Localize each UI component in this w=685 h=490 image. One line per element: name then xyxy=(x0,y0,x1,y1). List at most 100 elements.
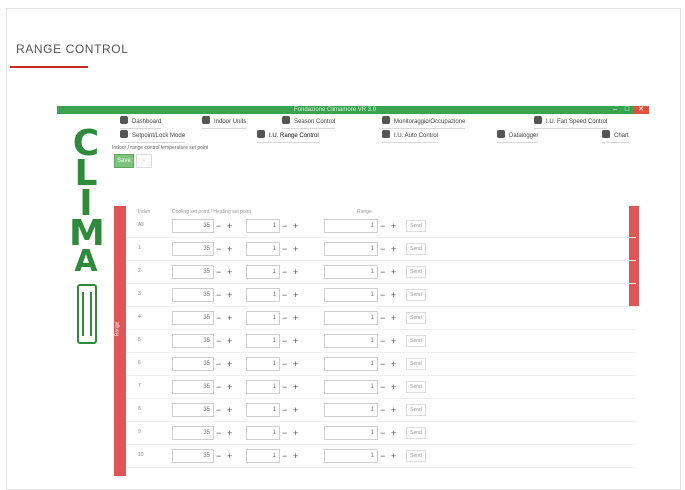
range-field[interactable]: 1 xyxy=(324,380,378,394)
increment-button[interactable]: + xyxy=(227,449,232,463)
increment-button[interactable]: + xyxy=(293,265,298,279)
increment-button[interactable]: + xyxy=(391,426,396,440)
close-button[interactable]: ✕ xyxy=(633,106,649,114)
save-button[interactable]: Save xyxy=(114,154,134,168)
increment-button[interactable]: + xyxy=(391,288,396,302)
tab-fan-speed[interactable]: I.U. Fan Speed Control xyxy=(534,116,608,129)
decrement-button[interactable]: − xyxy=(380,311,385,325)
decrement-button[interactable]: − xyxy=(380,426,385,440)
decrement-button[interactable]: − xyxy=(282,219,287,233)
increment-button[interactable]: + xyxy=(293,334,298,348)
range-field[interactable]: 1 xyxy=(324,242,378,256)
secondary-button[interactable]: · xyxy=(136,154,152,168)
decrement-button[interactable]: − xyxy=(380,219,385,233)
decrement-button[interactable]: − xyxy=(216,380,221,394)
increment-button[interactable]: + xyxy=(391,242,396,256)
heating-field[interactable]: 1 xyxy=(246,403,280,417)
tab-monitoraggio[interactable]: Monitoraggio/Occupazione xyxy=(382,116,466,129)
decrement-button[interactable]: − xyxy=(380,265,385,279)
increment-button[interactable]: + xyxy=(227,219,232,233)
send-button[interactable]: Send xyxy=(406,358,426,370)
send-button[interactable]: Send xyxy=(406,312,426,324)
cooling-field[interactable]: 35 xyxy=(172,357,214,371)
tab-setpoint-lock[interactable]: Setpoint/Lock Mode xyxy=(120,130,186,143)
range-field[interactable]: 1 xyxy=(324,357,378,371)
send-button[interactable]: Send xyxy=(406,404,426,416)
range-field[interactable]: 1 xyxy=(324,449,378,463)
send-button[interactable]: Send xyxy=(406,243,426,255)
heating-field[interactable]: 1 xyxy=(246,357,280,371)
increment-button[interactable]: + xyxy=(391,357,396,371)
decrement-button[interactable]: − xyxy=(216,288,221,302)
increment-button[interactable]: + xyxy=(227,242,232,256)
decrement-button[interactable]: − xyxy=(380,334,385,348)
increment-button[interactable]: + xyxy=(391,265,396,279)
increment-button[interactable]: + xyxy=(227,380,232,394)
decrement-button[interactable]: − xyxy=(282,449,287,463)
decrement-button[interactable]: − xyxy=(216,403,221,417)
heating-field[interactable]: 1 xyxy=(246,334,280,348)
heating-field[interactable]: 1 xyxy=(246,219,280,233)
range-field[interactable]: 1 xyxy=(324,334,378,348)
increment-button[interactable]: + xyxy=(293,426,298,440)
send-button[interactable]: Send xyxy=(406,289,426,301)
increment-button[interactable]: + xyxy=(391,311,396,325)
cooling-field[interactable]: 35 xyxy=(172,403,214,417)
decrement-button[interactable]: − xyxy=(282,380,287,394)
decrement-button[interactable]: − xyxy=(380,449,385,463)
increment-button[interactable]: + xyxy=(227,265,232,279)
range-field[interactable]: 1 xyxy=(324,311,378,325)
increment-button[interactable]: + xyxy=(391,334,396,348)
range-field[interactable]: 1 xyxy=(324,288,378,302)
send-button[interactable]: Send xyxy=(406,335,426,347)
increment-button[interactable]: + xyxy=(293,357,298,371)
cooling-field[interactable]: 35 xyxy=(172,311,214,325)
decrement-button[interactable]: − xyxy=(282,357,287,371)
cooling-field[interactable]: 35 xyxy=(172,219,214,233)
cooling-field[interactable]: 35 xyxy=(172,288,214,302)
decrement-button[interactable]: − xyxy=(282,334,287,348)
range-field[interactable]: 1 xyxy=(324,426,378,440)
heating-field[interactable]: 1 xyxy=(246,265,280,279)
decrement-button[interactable]: − xyxy=(216,242,221,256)
decrement-button[interactable]: − xyxy=(282,426,287,440)
send-button[interactable]: Send xyxy=(406,450,426,462)
decrement-button[interactable]: − xyxy=(216,334,221,348)
increment-button[interactable]: + xyxy=(227,334,232,348)
send-button[interactable]: Send xyxy=(406,266,426,278)
cooling-field[interactable]: 35 xyxy=(172,242,214,256)
decrement-button[interactable]: − xyxy=(282,265,287,279)
cooling-field[interactable]: 35 xyxy=(172,334,214,348)
heating-field[interactable]: 1 xyxy=(246,288,280,302)
maximize-button[interactable]: □ xyxy=(621,106,633,114)
minimize-button[interactable]: – xyxy=(609,106,621,114)
increment-button[interactable]: + xyxy=(293,219,298,233)
decrement-button[interactable]: − xyxy=(216,449,221,463)
decrement-button[interactable]: − xyxy=(380,242,385,256)
decrement-button[interactable]: − xyxy=(380,288,385,302)
cooling-field[interactable]: 35 xyxy=(172,426,214,440)
increment-button[interactable]: + xyxy=(293,288,298,302)
decrement-button[interactable]: − xyxy=(216,357,221,371)
tab-chart[interactable]: Chart xyxy=(602,130,629,143)
range-field[interactable]: 1 xyxy=(324,219,378,233)
range-field[interactable]: 1 xyxy=(324,265,378,279)
scroll-indicator[interactable] xyxy=(629,206,639,306)
cooling-field[interactable]: 35 xyxy=(172,449,214,463)
heating-field[interactable]: 1 xyxy=(246,311,280,325)
decrement-button[interactable]: − xyxy=(282,288,287,302)
tab-range-control[interactable]: I.U. Range Control xyxy=(257,130,319,143)
heating-field[interactable]: 1 xyxy=(246,426,280,440)
send-button[interactable]: Send xyxy=(406,220,426,232)
increment-button[interactable]: + xyxy=(227,426,232,440)
increment-button[interactable]: + xyxy=(227,288,232,302)
increment-button[interactable]: + xyxy=(391,380,396,394)
decrement-button[interactable]: − xyxy=(282,403,287,417)
heating-field[interactable]: 1 xyxy=(246,449,280,463)
heating-field[interactable]: 1 xyxy=(246,380,280,394)
increment-button[interactable]: + xyxy=(391,449,396,463)
cooling-field[interactable]: 35 xyxy=(172,380,214,394)
decrement-button[interactable]: − xyxy=(216,311,221,325)
decrement-button[interactable]: − xyxy=(216,426,221,440)
range-field[interactable]: 1 xyxy=(324,403,378,417)
